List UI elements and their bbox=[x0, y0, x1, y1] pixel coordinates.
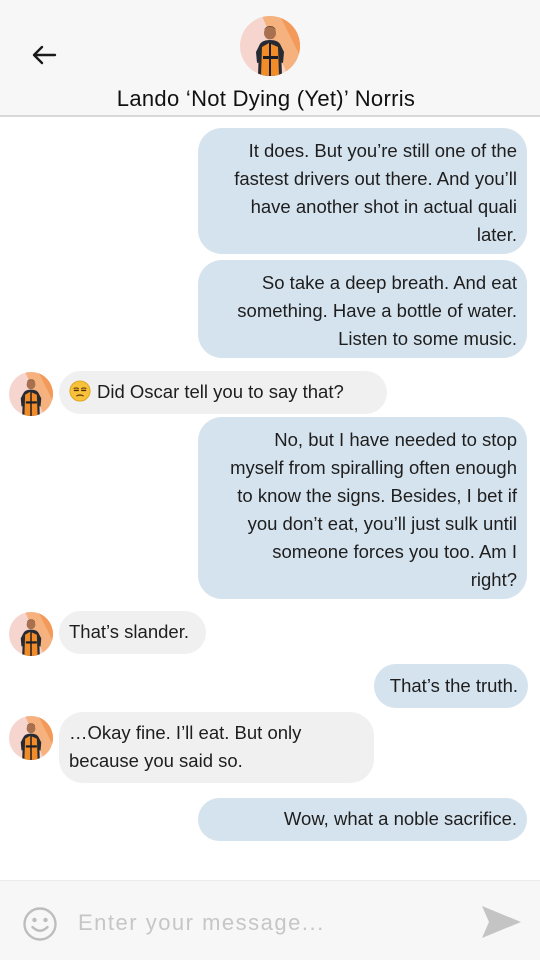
message-bubble-outgoing[interactable]: It does. But you’re still one of the fas… bbox=[198, 128, 527, 254]
message-line: because you said so. bbox=[69, 750, 243, 771]
sender-avatar-image bbox=[9, 716, 53, 760]
message-line: That’s the truth. bbox=[389, 675, 518, 696]
message-line: No, but I have needed to stop bbox=[274, 429, 517, 450]
emoji-button[interactable] bbox=[22, 906, 58, 942]
message-line: Did Oscar tell you to say that? bbox=[97, 381, 344, 402]
chat-header: Lando ‘Not Dying (Yet)’ Norris bbox=[0, 0, 540, 117]
smiley-icon bbox=[23, 907, 57, 941]
message-line: …Okay fine. I’ll eat. But only bbox=[69, 722, 302, 743]
contact-avatar-image bbox=[240, 16, 300, 76]
sender-avatar-image bbox=[9, 612, 53, 656]
message-bubble-outgoing[interactable]: No, but I have needed to stop myself fro… bbox=[198, 417, 527, 599]
arrow-left-icon bbox=[32, 45, 57, 65]
message-line: later. bbox=[476, 224, 517, 245]
contact-avatar[interactable] bbox=[240, 16, 300, 76]
sender-avatar[interactable] bbox=[9, 716, 53, 760]
message-line: someone forces you too. Am I bbox=[272, 541, 517, 562]
message-line: fastest drivers out there. And you’ll bbox=[234, 168, 517, 189]
message-line: have another shot in actual quali bbox=[250, 196, 517, 217]
message-input[interactable] bbox=[78, 903, 458, 943]
contact-name: Lando ‘Not Dying (Yet)’ Norris bbox=[116, 86, 416, 111]
message-bubble-incoming[interactable]: Did Oscar tell you to say that? bbox=[59, 371, 387, 414]
chat-screen: Lando ‘Not Dying (Yet)’ Norris It does. … bbox=[0, 0, 540, 960]
back-button[interactable] bbox=[28, 40, 60, 70]
message-bubble-outgoing[interactable]: So take a deep breath. And eat something… bbox=[198, 260, 527, 358]
send-icon bbox=[482, 906, 521, 938]
message-line: myself from spiralling often enough bbox=[230, 457, 517, 478]
message-bubble-outgoing[interactable]: Wow, what a noble sacrifice. bbox=[198, 798, 527, 841]
message-bubble-incoming[interactable]: That’s slander. bbox=[59, 611, 206, 654]
message-bubble-outgoing[interactable]: That’s the truth. bbox=[374, 664, 528, 708]
message-composer bbox=[0, 880, 540, 960]
message-line: you don’t eat, you’ll just sulk until bbox=[247, 513, 517, 534]
sender-avatar-image bbox=[9, 372, 53, 416]
sender-avatar[interactable] bbox=[9, 612, 53, 656]
send-button[interactable] bbox=[478, 902, 524, 942]
message-line: to know the signs. Besides, I bet if bbox=[237, 485, 517, 506]
message-line: That’s slander. bbox=[69, 621, 189, 642]
message-line: So take a deep breath. And eat bbox=[261, 272, 517, 293]
unamused-face-emoji bbox=[69, 380, 91, 410]
message-line: right? bbox=[470, 569, 517, 590]
message-bubble-incoming[interactable]: …Okay fine. I’ll eat. But only because y… bbox=[59, 712, 374, 783]
message-line: Wow, what a noble sacrifice. bbox=[283, 808, 517, 829]
message-line: It does. But you’re still one of the bbox=[248, 140, 517, 161]
message-line: Listen to some music. bbox=[338, 328, 517, 349]
message-line: something. Have a bottle of water. bbox=[237, 300, 517, 321]
sender-avatar[interactable] bbox=[9, 372, 53, 416]
